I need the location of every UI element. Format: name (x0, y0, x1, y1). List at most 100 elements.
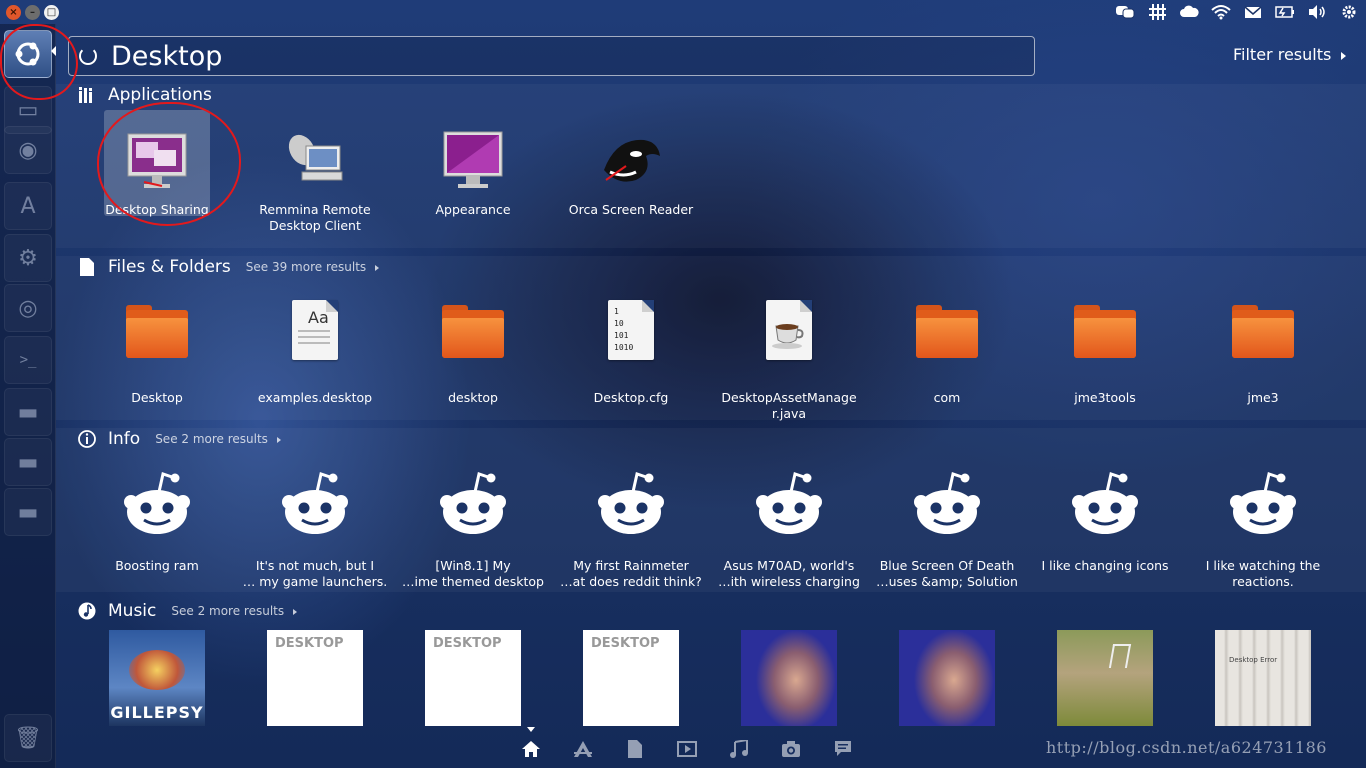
info-header: Info See 2 more results (78, 428, 281, 450)
file-tile-desktop[interactable]: Desktop (78, 300, 236, 406)
binary-document-icon: 1 10 101 1010 (596, 300, 666, 370)
applications-lens-button[interactable] (572, 738, 594, 760)
file-tile-com[interactable]: com (868, 300, 1026, 406)
applications-category-icon (78, 86, 96, 104)
app-tile-orca[interactable]: Orca Screen Reader (552, 128, 710, 218)
mail-icon[interactable] (1242, 3, 1264, 21)
music-category-icon (78, 602, 96, 620)
settings-gear-icon[interactable] (1338, 3, 1360, 21)
launcher-ubuntu-one[interactable]: ◎ (4, 284, 52, 332)
search-input[interactable]: Desktop (111, 41, 222, 73)
reddit-alien-icon (749, 470, 829, 540)
reddit-alien-icon (117, 470, 197, 540)
info-tile[interactable]: Boosting ram (78, 470, 236, 574)
album-title: GILLEPSY (110, 703, 204, 722)
file-label: Desktop.cfg (593, 390, 669, 405)
album-art[interactable]: GILLEPSY (109, 630, 205, 726)
launcher-firefox[interactable]: ◉ (4, 126, 52, 174)
file-tile-jme3[interactable]: jme3 (1184, 300, 1342, 406)
info-tile[interactable]: I like changing icons (1026, 470, 1184, 574)
music-header: Music See 2 more results (78, 600, 298, 622)
info-tile[interactable]: Blue Screen Of Death …uses &amp; Solutio… (868, 470, 1026, 590)
app-tile-remmina[interactable]: Remmina Remote Desktop Client (236, 128, 394, 234)
ubuntu-one-icon: ◎ (18, 295, 38, 321)
text-document-icon: Aa (280, 300, 350, 370)
app-label: Appearance (435, 202, 511, 217)
file-label: Desktop (131, 390, 183, 405)
info-tile[interactable]: It's not much, but I … my game launchers… (236, 470, 394, 590)
close-window-button[interactable]: × (6, 5, 21, 20)
album-photo[interactable] (1057, 630, 1153, 726)
music-more-link[interactable]: See 2 more results (171, 604, 298, 618)
trash-icon: 🗑 (14, 725, 42, 751)
cloud-icon[interactable] (1178, 3, 1200, 21)
info-tile[interactable]: [Win8.1] My …ime themed desktop (394, 470, 552, 590)
launcher-settings[interactable]: ⚙ (4, 234, 52, 282)
album-placeholder[interactable]: DESKTOP (583, 630, 679, 726)
top-panel: × – □ (0, 0, 1366, 24)
reddit-alien-icon (275, 470, 355, 540)
annotation-circle-desktop-sharing (97, 102, 241, 226)
launcher-fonts[interactable]: A (4, 182, 52, 230)
album-photo[interactable] (899, 630, 995, 726)
album-placeholder[interactable]: DESKTOP (267, 630, 363, 726)
orca-icon (596, 128, 666, 198)
video-lens-button[interactable] (676, 738, 698, 760)
music-icon (730, 740, 748, 758)
terminal-icon: >_ (19, 352, 37, 368)
launcher-drive-1[interactable]: ▬ (4, 388, 52, 436)
folder-icon (122, 300, 192, 370)
chat-icon[interactable] (1114, 3, 1136, 21)
album-photo[interactable]: Desktop Error (1215, 630, 1311, 726)
more-arrow-icon (276, 436, 281, 443)
files-header: Files & Folders See 39 more results (78, 256, 380, 278)
info-label: I like changing icons (1041, 558, 1169, 573)
battery-icon[interactable] (1274, 3, 1296, 21)
file-tile-desktop-cfg[interactable]: 1 10 101 1010 Desktop.cfg (552, 300, 710, 406)
file-tile-jme3tools[interactable]: jme3tools (1026, 300, 1184, 406)
minimize-window-button[interactable]: – (25, 5, 40, 20)
volume-icon[interactable] (1306, 3, 1328, 21)
launcher-trash[interactable]: 🗑 (4, 714, 52, 762)
file-tile-desktop-lower[interactable]: desktop (394, 300, 552, 406)
app-label: Remmina Remote Desktop Client (259, 202, 371, 233)
album-title: DESKTOP (275, 636, 344, 651)
watermark: http://blog.csdn.net/a624731186 (1046, 738, 1327, 757)
photo-lens-button[interactable] (780, 738, 802, 760)
wifi-icon[interactable] (1210, 3, 1232, 21)
reddit-alien-icon (907, 470, 987, 540)
search-spinner-icon (79, 47, 97, 65)
album-placeholder[interactable]: DESKTOP (425, 630, 521, 726)
filter-results-button[interactable]: Filter results (1233, 45, 1347, 64)
reddit-alien-icon (591, 470, 671, 540)
music-title: Music (108, 601, 157, 621)
annotation-circle-launcher (0, 24, 78, 100)
indicator-area (1114, 2, 1360, 22)
info-title: Info (108, 429, 141, 449)
file-label: DesktopAssetManage r.java (721, 390, 857, 421)
music-lens-button[interactable] (728, 738, 750, 760)
info-tile[interactable]: My first Rainmeter …at does reddit think… (552, 470, 710, 590)
maximize-window-button[interactable]: □ (44, 5, 59, 20)
album-photo[interactable] (741, 630, 837, 726)
file-tile-examples[interactable]: Aa examples.desktop (236, 300, 394, 406)
search-box[interactable]: Desktop (68, 36, 1035, 76)
more-arrow-icon (375, 264, 380, 271)
file-label: desktop (448, 390, 498, 405)
files-lens-button[interactable] (624, 738, 646, 760)
files-more-link[interactable]: See 39 more results (246, 260, 380, 274)
launcher-drive-2[interactable]: ▬ (4, 438, 52, 486)
info-more-link[interactable]: See 2 more results (155, 432, 281, 446)
launcher-drive-3[interactable]: ▬ (4, 488, 52, 536)
social-lens-button[interactable] (832, 738, 854, 760)
info-tile[interactable]: Asus M70AD, world's …ith wireless chargi… (710, 470, 868, 590)
network-grid-icon[interactable] (1146, 3, 1168, 21)
home-lens-button[interactable] (520, 738, 542, 760)
home-icon (522, 741, 540, 757)
app-tile-appearance[interactable]: Appearance (394, 128, 552, 218)
info-label: It's not much, but I … my game launchers… (242, 558, 388, 589)
file-tile-java[interactable]: DesktopAssetManage r.java (710, 300, 868, 422)
launcher-terminal[interactable]: >_ (4, 336, 52, 384)
folder-icon (1070, 300, 1140, 370)
info-tile[interactable]: I like watching the reactions. (1184, 470, 1342, 590)
